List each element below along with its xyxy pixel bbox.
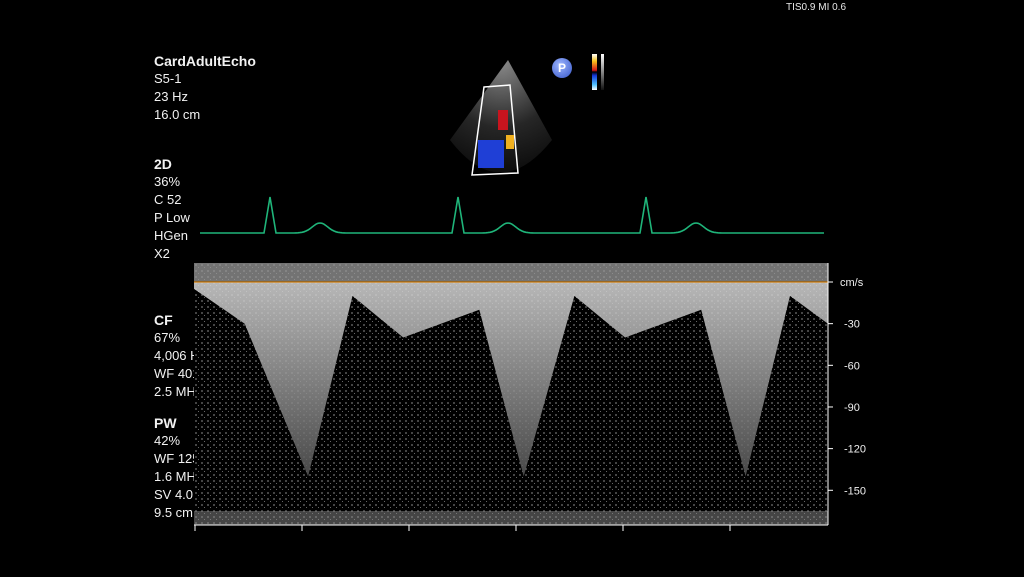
mode-2d-line: HGen: [154, 228, 188, 243]
mode-2d-line: P Low: [154, 210, 190, 225]
gray-scale-icon: [601, 54, 604, 90]
preset-line: 23 Hz: [154, 89, 188, 104]
ecg-line: [200, 196, 824, 234]
mode-2d-title: 2D: [154, 156, 172, 172]
sector-image: [450, 60, 552, 176]
velocity-scale: cm/s -30 -60 -90 -120 -150: [828, 277, 866, 497]
spectrum-top-band: [194, 263, 828, 281]
velocity-tick-label: -60: [844, 360, 860, 372]
tis-mi-readout: TIS0.9 MI 0.6: [786, 2, 847, 13]
spectrum-bottom-band: [194, 511, 828, 525]
velocity-tick-label: -90: [844, 402, 860, 414]
velocity-tick-label: -30: [844, 319, 860, 331]
time-ticks: [194, 525, 731, 531]
mode-2d-line: C 52: [154, 192, 182, 207]
mode-2d-line: 36%: [154, 174, 181, 189]
velocity-tick-label: -150: [844, 485, 866, 497]
velocity-unit-label: cm/s: [840, 277, 864, 289]
flow-yellow: [506, 135, 514, 149]
flow-blue: [478, 140, 504, 168]
preset-line: 16.0 cm: [154, 107, 201, 122]
flow-red: [498, 110, 508, 130]
probe-orientation-icon: P: [552, 58, 572, 78]
doppler-spectrum: [194, 263, 829, 531]
velocity-tick-label: -120: [844, 444, 866, 456]
preset-line: S5-1: [154, 71, 182, 86]
ecg-trace: [200, 196, 824, 234]
preset-title: CardAdultEcho: [154, 53, 256, 69]
mode-2d-line: X2: [154, 246, 170, 261]
color-scale-icon: [592, 54, 597, 90]
preset-block: CardAdultEcho S5-1 23 Hz 16.0 cm: [154, 52, 256, 124]
mode-2d-block: 2D 36% C 52 P Low HGen X2: [154, 155, 190, 263]
ultrasound-screen: TIS0.9 MI 0.6 CardAdultEcho S5-1 23 Hz 1…: [0, 0, 1024, 577]
